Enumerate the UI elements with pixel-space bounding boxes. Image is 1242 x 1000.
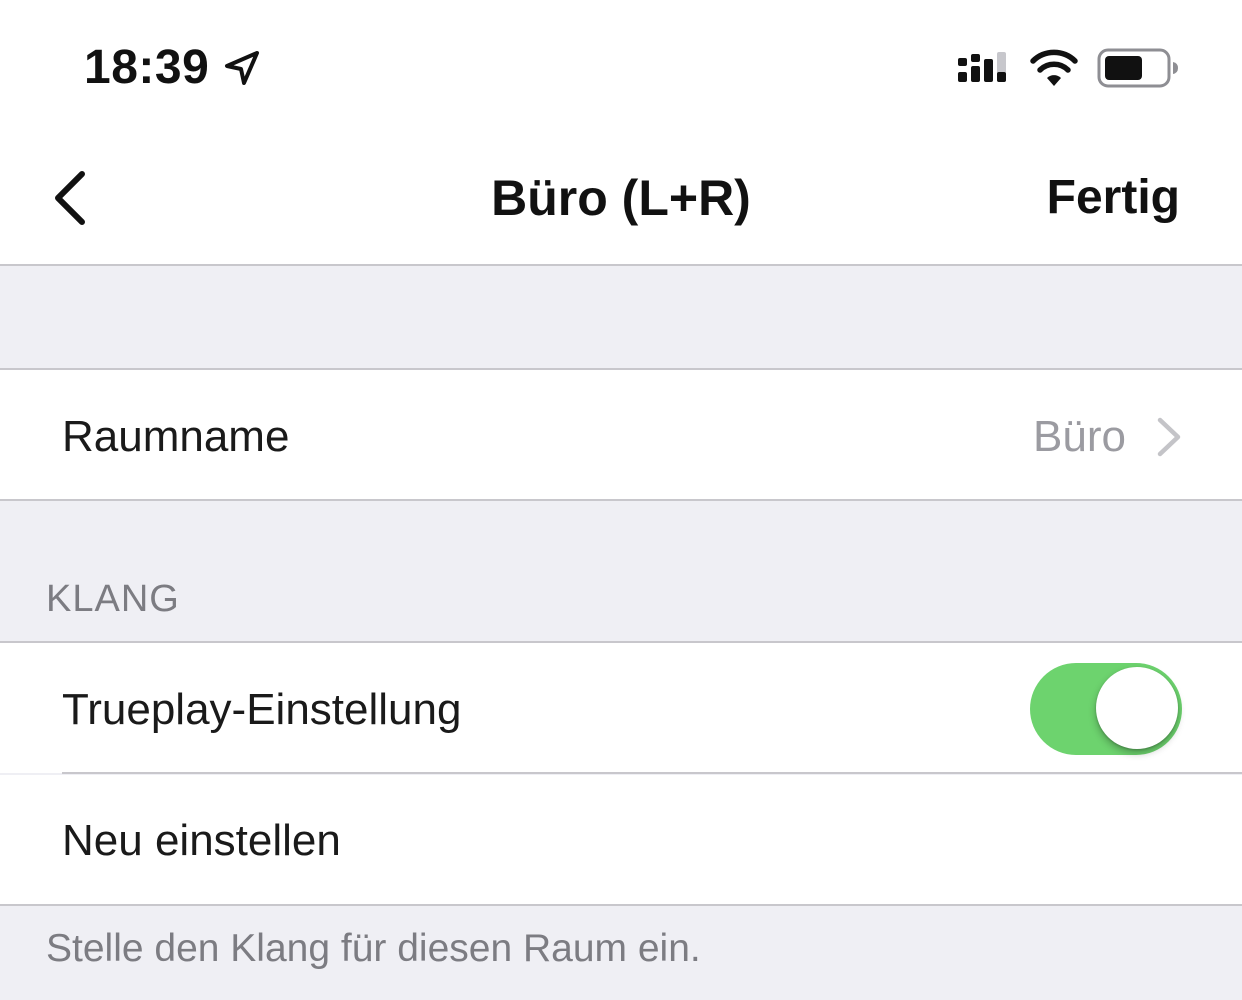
cellular-signal-icon [958,52,1006,82]
wifi-icon [1030,49,1078,86]
back-button[interactable] [40,166,110,230]
reset-row[interactable]: Neu einstellen [0,775,1242,905]
chevron-left-icon [55,171,85,225]
reset-label: Neu einstellen [62,816,341,865]
room-name-row[interactable]: Raumname Büro [0,370,1242,500]
room-name-label: Raumname [62,412,290,461]
section-header-sound: KLANG [46,578,180,620]
trueplay-row: Trueplay-Einstellung [0,643,1242,773]
room-name-value: Büro [1033,412,1126,461]
trueplay-toggle[interactable] [1030,663,1182,755]
navigation-bar: Büro (L+R) Fertig [0,130,1242,266]
toggle-knob [1096,667,1178,749]
chevron-right-icon [1157,417,1181,457]
status-time: 18:39 [84,41,210,94]
battery-icon [1097,48,1178,88]
divider [62,772,1242,774]
divider [0,904,1242,906]
divider [0,499,1242,501]
section-footer-sound: Stelle den Klang für diesen Raum ein. [46,927,701,970]
status-bar: 18:39 [0,0,1242,130]
done-button[interactable]: Fertig [1047,130,1180,264]
trueplay-label: Trueplay-Einstellung [62,685,462,734]
location-arrow-icon [225,51,259,85]
